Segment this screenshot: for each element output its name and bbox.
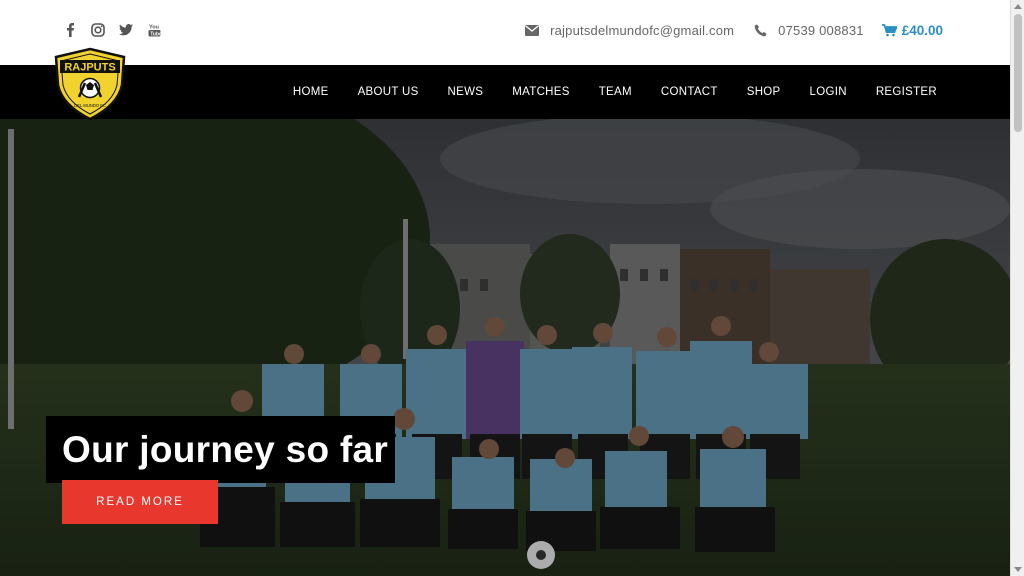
nav-matches[interactable]: MATCHES (512, 86, 569, 98)
nav-home[interactable]: HOME (293, 86, 329, 98)
email-link[interactable]: rajputsdelmundofc@gmail.com (550, 23, 734, 38)
twitter-icon[interactable] (118, 22, 134, 38)
hero-section: Our journey so far READ MORE (0, 119, 1010, 576)
page-scrollbar[interactable] (1010, 0, 1024, 576)
nav-register[interactable]: REGISTER (876, 86, 937, 98)
nav-shop[interactable]: SHOP (747, 86, 781, 98)
instagram-icon[interactable] (90, 22, 106, 38)
phone-number[interactable]: 07539 008831 (778, 23, 864, 38)
envelope-icon (524, 22, 540, 38)
youtube-icon[interactable]: You Tube (146, 22, 162, 38)
nav-news[interactable]: NEWS (448, 86, 484, 98)
svg-text:Tube: Tube (150, 31, 161, 37)
hero-title: Our journey so far (46, 416, 395, 483)
cart-icon[interactable] (882, 22, 898, 38)
cart-total[interactable]: £40.00 (902, 23, 943, 38)
phone-icon (752, 22, 768, 38)
social-links: You Tube (62, 22, 162, 38)
main-nav: HOME ABOUT US NEWS MATCHES TEAM CONTACT … (264, 65, 937, 119)
scroll-thumb[interactable] (1014, 14, 1022, 132)
top-bar: You Tube rajputsdelmundofc@gmail.com 0753… (0, 0, 1010, 65)
nav-login[interactable]: LOGIN (810, 86, 847, 98)
main-navbar: HOME ABOUT US NEWS MATCHES TEAM CONTACT … (0, 65, 1010, 119)
facebook-icon[interactable] (62, 22, 78, 38)
logo-text: RAJPUTS (64, 62, 115, 74)
nav-team[interactable]: TEAM (599, 86, 632, 98)
scroll-down-arrow[interactable] (1014, 567, 1022, 572)
svg-text:You: You (149, 25, 159, 31)
scroll-up-arrow[interactable] (1014, 4, 1022, 9)
logo-subtext: DEL MUNDO FC (74, 103, 106, 108)
nav-about-us[interactable]: ABOUT US (358, 86, 419, 98)
club-logo[interactable]: RAJPUTS DEL MUNDO FC (52, 47, 128, 121)
nav-contact[interactable]: CONTACT (661, 86, 718, 98)
read-more-button[interactable]: READ MORE (62, 480, 218, 524)
contact-info: rajputsdelmundofc@gmail.com 07539 008831… (524, 22, 943, 38)
